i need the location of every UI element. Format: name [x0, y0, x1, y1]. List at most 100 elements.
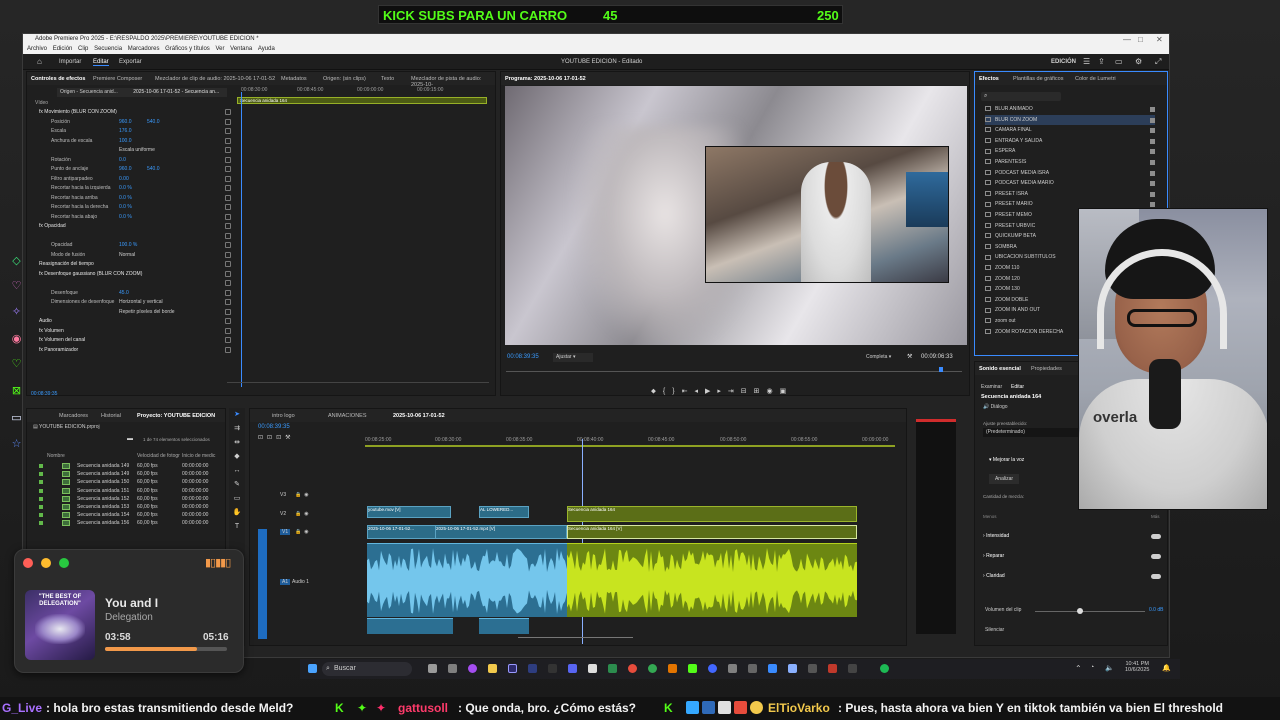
- effect-row[interactable]: fx Panoramizador: [35, 346, 235, 355]
- clip-volume-slider[interactable]: [1035, 611, 1145, 612]
- clip-a2-b[interactable]: [479, 618, 529, 634]
- effect-preset-item[interactable]: CAMARA FINAL: [985, 125, 1155, 136]
- subtab-examinar[interactable]: Examinar: [981, 384, 1002, 390]
- effect-row-value[interactable]: 0.0 %: [119, 194, 132, 203]
- eye-icon[interactable]: ◉: [304, 529, 311, 535]
- tab-marcadores[interactable]: Marcadores: [59, 413, 88, 419]
- link-icon[interactable]: ⊡: [267, 435, 276, 441]
- menu-edicion[interactable]: Edición: [53, 46, 73, 52]
- timeline-timecode[interactable]: 00:08:39:35: [258, 424, 290, 430]
- chat-icon[interactable]: ▭: [10, 412, 23, 425]
- project-item-row[interactable]: Secuencia anidada 153 60,00 fps 00:00:00:0…: [27, 503, 227, 511]
- notification-icon[interactable]: 🔔: [1162, 664, 1171, 672]
- col-fps[interactable]: Velocidad de fotogr: [137, 453, 180, 459]
- effect-row-value[interactable]: Escala uniforme: [119, 146, 155, 155]
- effect-row[interactable]: Rotación 0.0: [35, 156, 235, 165]
- rectangle-icon[interactable]: ▭: [229, 492, 245, 506]
- menu-archivo[interactable]: Archivo: [27, 46, 47, 52]
- heart-icon[interactable]: ♡: [10, 280, 23, 293]
- sparkle-icon[interactable]: ✧: [10, 306, 23, 319]
- keyframe-reset-icon[interactable]: [225, 251, 231, 258]
- effect-row-value2[interactable]: 540.0: [147, 118, 160, 127]
- tab-propiedades[interactable]: Propiedades: [1031, 366, 1062, 372]
- out-point-icon[interactable]: }: [672, 388, 681, 395]
- keyframe-reset-icon[interactable]: [225, 261, 231, 267]
- effect-row[interactable]: fx Desenfoque gaussiano (BLUR CON ZOOM): [35, 270, 235, 279]
- effect-row-value[interactable]: 0.00: [119, 175, 129, 184]
- expand-icon[interactable]: ⤢: [1155, 57, 1161, 67]
- tab-premiere-composer[interactable]: Premiere Composer: [93, 76, 142, 82]
- mini-clip[interactable]: Secuencia anidada 164: [237, 97, 487, 104]
- menu-secuencia[interactable]: Secuencia: [94, 46, 122, 52]
- workspace-name[interactable]: EDICIÓN: [1051, 59, 1076, 65]
- intensidad-toggle[interactable]: [1151, 534, 1161, 539]
- photoshop-icon[interactable]: [528, 664, 537, 673]
- keyframe-reset-icon[interactable]: [225, 327, 231, 334]
- effect-row[interactable]: Opacidad 100.0 %: [35, 241, 235, 250]
- home-icon[interactable]: ⌂: [37, 57, 42, 66]
- taskbar-search[interactable]: ⌕ Buscar: [322, 662, 412, 676]
- keyframe-reset-icon[interactable]: [225, 299, 231, 305]
- keyframe-reset-icon[interactable]: [225, 194, 231, 201]
- keyframe-reset-icon[interactable]: [225, 137, 231, 144]
- app-icon-15[interactable]: [848, 664, 857, 673]
- chrome-icon[interactable]: [648, 664, 657, 673]
- effect-row-value2[interactable]: 540.0: [147, 165, 160, 174]
- subtab-editar[interactable]: Editar: [1011, 384, 1024, 390]
- effect-controls-scroll[interactable]: [227, 382, 489, 383]
- menu-marcadores[interactable]: Marcadores: [128, 46, 160, 52]
- effect-row-value[interactable]: 0.0 %: [119, 184, 132, 193]
- screen-icon[interactable]: ▭: [1115, 57, 1123, 66]
- tab-origen[interactable]: Origen: (sin clips): [323, 76, 366, 82]
- widget-icon[interactable]: [448, 664, 457, 673]
- camera-icon[interactable]: ◉: [767, 388, 780, 395]
- type-tool-icon[interactable]: T: [229, 520, 245, 534]
- keyframe-reset-icon[interactable]: [225, 289, 231, 296]
- share-icon[interactable]: ⇪: [1098, 57, 1105, 66]
- volume-icon[interactable]: 🔈: [1105, 664, 1114, 672]
- effect-row[interactable]: Modo de fusión Normal: [35, 251, 235, 260]
- app-icon-8[interactable]: [708, 664, 717, 673]
- wrench-small-icon[interactable]: ⚒: [285, 435, 294, 441]
- eye-icon[interactable]: ◉: [304, 492, 311, 498]
- effects-search-input[interactable]: ⌕: [981, 92, 1061, 101]
- app-icon-6[interactable]: [668, 664, 677, 673]
- keyframe-reset-icon[interactable]: [225, 166, 231, 172]
- effect-preset-item[interactable]: BLUR CON ZOOM: [985, 114, 1155, 126]
- sound-type[interactable]: 🔊 Diálogo: [983, 404, 1008, 410]
- effect-row[interactable]: fx Opacidad: [35, 222, 235, 231]
- taskbar-clock[interactable]: 10:41 PM 10/6/2025: [1125, 661, 1149, 673]
- effect-preset-item[interactable]: PARENTESIS: [985, 157, 1155, 168]
- effect-row-value[interactable]: 176.0: [119, 127, 132, 136]
- tab-sequence[interactable]: 2025-10-06 17-01-52: [393, 413, 445, 419]
- project-item-row[interactable]: Secuencia anidada 149 60,00 fps 00:00:00:0…: [27, 462, 227, 470]
- workspaces-icon[interactable]: ☰: [1083, 57, 1090, 66]
- keyframe-reset-icon[interactable]: [225, 128, 231, 134]
- lift-icon[interactable]: ⊟: [741, 388, 754, 395]
- extract-icon[interactable]: ⊞: [754, 388, 767, 395]
- effect-row[interactable]: Recortar hacia la izquierda 0.0 %: [35, 184, 235, 193]
- tab-mezclador-clip[interactable]: Mezclador de clip de audio: 2025-10-06 1…: [155, 76, 275, 82]
- clip-v2-nested[interactable]: Secuencia anidada 164: [567, 506, 857, 522]
- settings-icon[interactable]: ⚙: [1135, 57, 1142, 66]
- razor-icon[interactable]: ◆: [229, 450, 245, 464]
- section-reparar[interactable]: › Reparar: [983, 553, 1004, 559]
- spotify-icon[interactable]: [880, 664, 889, 673]
- claridad-toggle[interactable]: [1151, 574, 1161, 579]
- tab-programa[interactable]: Programa: 2025-10-06 17-01-52: [505, 76, 586, 82]
- app-icon-14[interactable]: [828, 664, 837, 673]
- wifi-icon[interactable]: ◔: [1090, 664, 1094, 671]
- sequence-label[interactable]: 2025-10-06 17-01-52 - Secuencia an...: [133, 89, 219, 95]
- app-icon-7[interactable]: [688, 664, 697, 673]
- clip-volume-handle[interactable]: [1077, 608, 1083, 614]
- tab-editar[interactable]: Editar: [93, 59, 109, 66]
- clip-v1-b[interactable]: 2025-10-06 17-01-52.mp4 [V]: [435, 525, 567, 539]
- effect-row[interactable]: Repetir píxeles del borde: [35, 308, 235, 317]
- tab-sonido-esencial[interactable]: Sonido esencial: [979, 366, 1021, 372]
- clip-v1-nested[interactable]: Secuencia anidada 164 [V]: [567, 525, 857, 539]
- tab-animaciones[interactable]: ANIMACIONES: [328, 413, 367, 419]
- effect-preset-item[interactable]: ESPERA: [985, 146, 1155, 157]
- track-select-icon[interactable]: ⇉: [229, 422, 245, 436]
- pen-icon[interactable]: ✎: [229, 478, 245, 492]
- effect-row[interactable]: Dimensiones de desenfoque Horizontal y ve…: [35, 298, 235, 307]
